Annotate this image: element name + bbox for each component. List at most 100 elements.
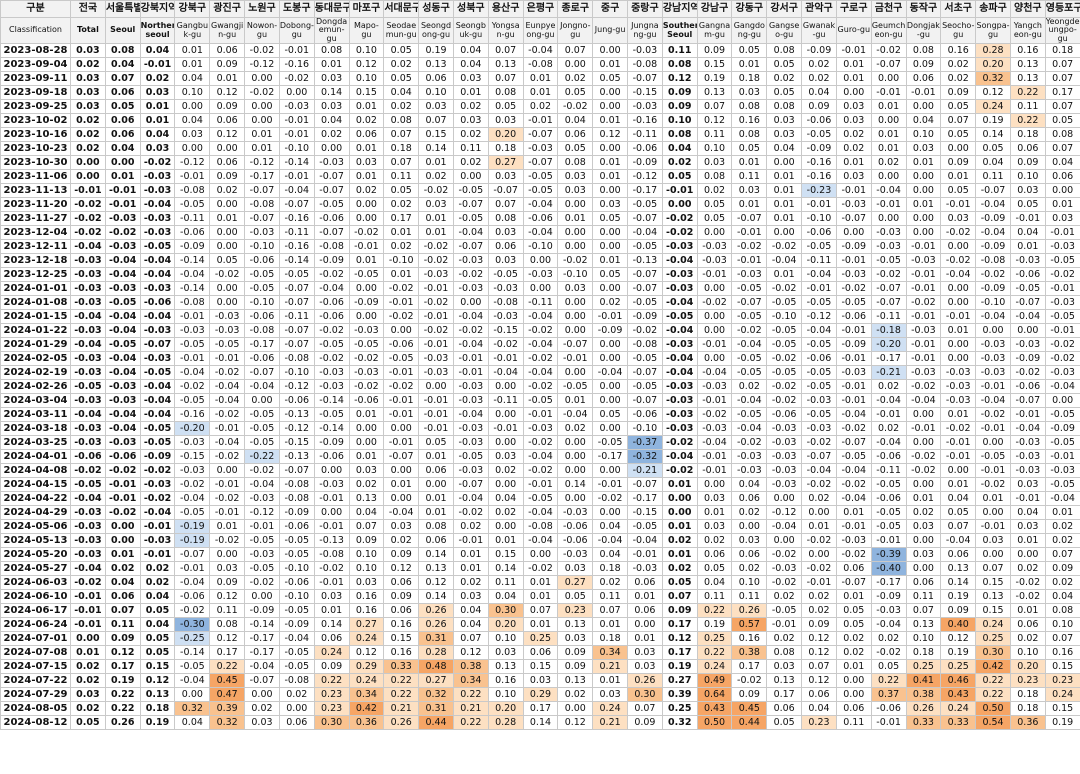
table-cell: -0.11 [278, 225, 315, 241]
table-row: 2024-01-01 -0.03 -0.03 -0.03 -0.14 0.00 -0.05-… [0, 281, 1080, 297]
table-cell: 0.10 [418, 85, 454, 101]
table-cell: 0.04 [174, 113, 211, 129]
table-cell: 0.03 [1009, 183, 1046, 199]
table-cell: 0.07 [487, 71, 524, 87]
table-cell: -0.03 [661, 337, 698, 353]
table-cell: -0.25 [174, 631, 211, 647]
table-cell: -0.05 [1044, 435, 1080, 451]
table-cell: -0.04 [627, 533, 663, 549]
table-cell: 0.13 [557, 617, 594, 633]
table-cell: -0.06 [870, 701, 907, 717]
table-body: 2023-08-28 0.03 0.08 0.04 0.01 0.06 -0.02 -0.01… [0, 43, 1080, 731]
table-cell: 0.00 [661, 505, 698, 521]
table-cell: 0.18 [1009, 687, 1046, 703]
table-cell: -0.01 [104, 477, 141, 493]
table-cell: 0.03 [313, 99, 350, 115]
table-cell: -0.37 [627, 435, 663, 451]
table-cell: -0.16 [278, 239, 315, 255]
table-cell: 0.28 [975, 43, 1011, 59]
table-cell: -0.01 [835, 183, 872, 199]
table-row: 2024-04-22 -0.04 -0.01 -0.02 -0.04 -0.02 -0.03… [0, 491, 1080, 507]
table-cell: 0.01 [592, 169, 628, 185]
column-header-korean: 성북구 [452, 0, 489, 18]
row-date-label: 2023-12-18 [0, 253, 71, 269]
table-cell: -0.01 [731, 253, 768, 269]
table-cell: -0.07 [557, 337, 594, 353]
table-cell: 0.06 [766, 701, 803, 717]
table-cell: 0.05 [835, 603, 872, 619]
table-cell: 0.09 [209, 99, 246, 115]
table-cell: -0.05 [452, 449, 489, 465]
table-cell: 0.12 [801, 673, 837, 689]
table-cell: -0.03 [174, 435, 211, 451]
table-cell: 0.06 [348, 127, 385, 143]
table-cell: -0.16 [801, 169, 837, 185]
table-cell: -0.04 [522, 43, 559, 59]
table-cell: -0.05 [627, 197, 663, 213]
table-cell: 0.07 [522, 603, 559, 619]
table-cell: -0.03 [1044, 239, 1080, 255]
table-cell: -0.02 [975, 407, 1011, 423]
table-cell: 0.06 [209, 43, 246, 59]
table-cell: 0.04 [139, 127, 176, 143]
table-cell: 0.06 [696, 547, 733, 563]
column-header-english: Southern Seoul [661, 16, 698, 45]
table-cell: -0.06 [801, 113, 837, 129]
table-cell: -0.03 [70, 533, 106, 549]
column-header-korean: 성동구 [418, 0, 454, 18]
table-cell: -0.05 [592, 435, 628, 451]
table-cell: -0.07 [383, 449, 420, 465]
table-cell: -0.03 [418, 267, 454, 283]
table-cell: 0.05 [557, 85, 594, 101]
column-header-english: Gwangji n-gu [209, 16, 246, 45]
table-cell: -0.01 [70, 589, 106, 605]
table-cell: 0.01 [209, 519, 246, 535]
table-cell: 0.01 [731, 197, 768, 213]
table-cell: -0.02 [1044, 351, 1080, 367]
column-header-korean: 용산구 [487, 0, 524, 18]
table-cell: 0.06 [905, 575, 942, 591]
table-cell: 0.11 [592, 589, 628, 605]
table-cell: 0.00 [452, 295, 489, 311]
table-cell: 0.00 [70, 631, 106, 647]
table-cell: 0.04 [104, 57, 141, 73]
table-row: 2024-07-01 0.00 0.09 0.05 -0.25 0.12 -0.17 -0.0… [0, 631, 1080, 647]
column-header-korean: 중구 [592, 0, 628, 18]
table-cell: -0.17 [870, 351, 907, 367]
table-cell: -0.01 [696, 393, 733, 409]
table-cell: -0.02 [522, 463, 559, 479]
table-cell: 0.11 [661, 43, 698, 59]
table-cell: -0.03 [70, 393, 106, 409]
row-date-label: 2023-11-27 [0, 211, 71, 227]
table-cell: 0.15 [418, 127, 454, 143]
table-cell: -0.04 [1009, 309, 1046, 325]
table-cell: 0.01 [592, 617, 628, 633]
table-cell: 0.00 [975, 505, 1011, 521]
table-cell: -0.02 [661, 211, 698, 227]
table-cell: -0.05 [801, 365, 837, 381]
table-cell: 0.00 [835, 673, 872, 689]
table-cell: -0.04 [209, 379, 246, 395]
table-cell: 0.01 [174, 57, 211, 73]
table-cell: 0.02 [70, 113, 106, 129]
table-cell: 0.06 [418, 533, 454, 549]
table-cell: 0.04 [731, 477, 768, 493]
table-cell: -0.02 [104, 225, 141, 241]
table-cell: -0.09 [592, 323, 628, 339]
table-cell: -0.04 [940, 533, 977, 549]
table-cell: 0.02 [661, 533, 698, 549]
table-row: 2023-11-20 -0.02 -0.01 -0.04 -0.05 0.00 -0.08-… [0, 197, 1080, 213]
table-cell: -0.03 [452, 253, 489, 269]
table-cell: -0.02 [766, 239, 803, 255]
table-cell: 0.00 [209, 281, 246, 297]
table-cell: 0.02 [418, 169, 454, 185]
table-cell: -0.03 [139, 477, 176, 493]
table-row: 2024-02-26 -0.05 -0.03 -0.04 -0.02 -0.04 -0.04… [0, 379, 1080, 395]
column-header-english: Jungna ng-gu [627, 16, 663, 45]
column-header-korean: 강서구 [766, 0, 803, 18]
table-cell: 0.00 [70, 169, 106, 185]
table-cell: -0.04 [209, 393, 246, 409]
row-date-label: 2024-04-22 [0, 491, 71, 507]
table-cell: -0.03 [870, 603, 907, 619]
table-cell: 0.03 [766, 127, 803, 143]
